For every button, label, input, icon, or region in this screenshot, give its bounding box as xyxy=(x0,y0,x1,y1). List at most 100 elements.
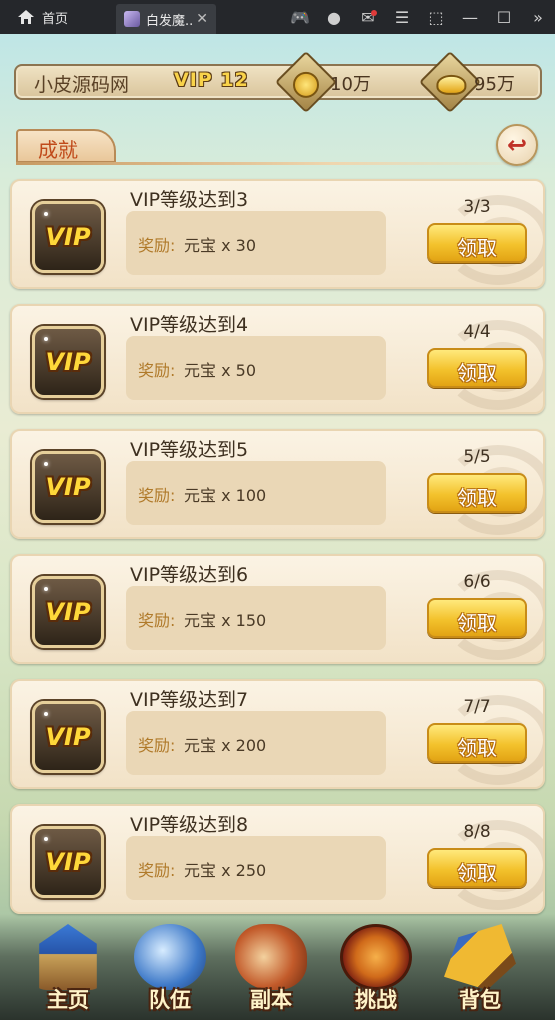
achievements-tab[interactable]: 成就 xyxy=(16,129,116,163)
game-app-icon xyxy=(124,11,141,27)
ingot-amount: 95万 xyxy=(474,74,515,95)
back-arrow-icon: ↩ xyxy=(507,131,528,159)
achievement-title: VIP等级达到3 xyxy=(130,189,249,211)
bag-sword-icon xyxy=(444,924,516,990)
achievements-tab-label: 成就 xyxy=(38,138,78,162)
coin-amount: 10万 xyxy=(330,74,371,95)
reward-label: 奖励: xyxy=(138,236,176,255)
user-icon[interactable]: ● xyxy=(317,8,351,27)
vip-badge-text: VIP xyxy=(45,473,91,501)
game-screen: 小皮源码网 VIP 12 10万 95万 成就 ↩ VIP VIP等级达到3 奖… xyxy=(0,34,555,1020)
player-info-bar: 小皮源码网 VIP 12 10万 95万 xyxy=(14,50,542,114)
vip-badge-icon: VIP xyxy=(32,201,104,273)
achievement-card: VIP VIP等级达到3 奖励: 元宝 x 30 3/3 领取 xyxy=(10,179,545,289)
claim-button[interactable]: 领取 xyxy=(427,473,527,513)
drum-icon xyxy=(340,924,412,990)
ingot-icon xyxy=(418,50,482,114)
bottom-nav: 主页 队伍 副本 挑战 背包 xyxy=(0,914,555,1020)
reward-value: 元宝 x 150 xyxy=(184,611,267,630)
achievement-card: VIP VIP等级达到6 奖励: 元宝 x 150 6/6 领取 xyxy=(10,554,545,664)
close-tab-icon[interactable]: ✕ xyxy=(196,11,208,27)
nav-bag-button[interactable]: 背包 xyxy=(434,920,526,1016)
achievement-card: VIP VIP等级达到5 奖励: 元宝 x 100 5/5 领取 xyxy=(10,429,545,539)
player-name: 小皮源码网 xyxy=(34,74,130,96)
achievement-progress: 8/8 xyxy=(463,822,491,842)
achievement-progress: 7/7 xyxy=(463,697,491,717)
reward-label: 奖励: xyxy=(138,736,176,755)
achievement-progress: 5/5 xyxy=(463,447,491,467)
section-divider xyxy=(16,162,544,165)
nav-dungeon-button[interactable]: 副本 xyxy=(225,920,317,1016)
vip-badge-text: VIP xyxy=(45,223,91,251)
coin-icon xyxy=(274,50,338,114)
vip-badge-text: VIP xyxy=(45,348,91,376)
reward-label: 奖励: xyxy=(138,361,176,380)
team-banner-icon xyxy=(134,924,206,990)
reward-box: 奖励: 元宝 x 100 xyxy=(126,461,386,525)
achievement-progress: 3/3 xyxy=(463,197,491,217)
claim-button[interactable]: 领取 xyxy=(427,723,527,763)
collapse-icon[interactable]: » xyxy=(521,8,555,27)
claim-button-label: 领取 xyxy=(457,861,497,885)
achievement-title: VIP等级达到4 xyxy=(130,314,249,336)
reward-box: 奖励: 元宝 x 50 xyxy=(126,336,386,400)
vip-badge-text: VIP xyxy=(45,723,91,751)
reward-box: 奖励: 元宝 x 250 xyxy=(126,836,386,900)
nav-team-label: 队伍 xyxy=(149,988,191,1012)
dungeon-gourd-icon xyxy=(235,924,307,990)
nav-team-button[interactable]: 队伍 xyxy=(124,920,216,1016)
nav-bag-label: 背包 xyxy=(459,988,501,1012)
claim-button[interactable]: 领取 xyxy=(427,223,527,263)
nav-home-label: 主页 xyxy=(47,988,89,1012)
maximize-icon[interactable]: ☐ xyxy=(487,8,521,27)
reward-box: 奖励: 元宝 x 30 xyxy=(126,211,386,275)
vip-badge-icon: VIP xyxy=(32,576,104,648)
home-tab-label: 首页 xyxy=(42,11,69,27)
achievement-progress: 4/4 xyxy=(463,322,491,342)
reward-value: 元宝 x 250 xyxy=(184,861,267,880)
vip-badge-text: VIP xyxy=(45,598,91,626)
nav-dungeon-label: 副本 xyxy=(250,988,292,1012)
vip-level: VIP 12 xyxy=(174,69,249,91)
claim-button-label: 领取 xyxy=(457,736,497,760)
reward-value: 元宝 x 100 xyxy=(184,486,267,505)
achievement-card: VIP VIP等级达到8 奖励: 元宝 x 250 8/8 领取 xyxy=(10,804,545,914)
nav-challenge-label: 挑战 xyxy=(355,988,397,1012)
achievement-title: VIP等级达到7 xyxy=(130,689,249,711)
claim-button[interactable]: 领取 xyxy=(427,598,527,638)
claim-button[interactable]: 领取 xyxy=(427,848,527,888)
reward-box: 奖励: 元宝 x 200 xyxy=(126,711,386,775)
reward-value: 元宝 x 30 xyxy=(184,236,257,255)
emulator-titlebar: 首页 白发魔... ✕ 🎮 ● ✉ ☰ ⬚ — ☐ » xyxy=(0,0,555,34)
nav-challenge-button[interactable]: 挑战 xyxy=(330,920,422,1016)
reward-value: 元宝 x 50 xyxy=(184,361,257,380)
vip-badge-icon: VIP xyxy=(32,451,104,523)
achievement-card: VIP VIP等级达到7 奖励: 元宝 x 200 7/7 领取 xyxy=(10,679,545,789)
minimize-icon[interactable]: — xyxy=(453,8,487,27)
window-controls: 🎮 ● ✉ ☰ ⬚ — ☐ » xyxy=(283,0,555,34)
nav-home-button[interactable]: 主页 xyxy=(22,920,114,1016)
game-tab-label: 白发魔... xyxy=(146,13,193,29)
menu-icon[interactable]: ☰ xyxy=(385,8,419,27)
pin-icon[interactable]: ⬚ xyxy=(419,8,453,27)
claim-button-label: 领取 xyxy=(457,236,497,260)
palace-icon xyxy=(39,924,97,990)
claim-button[interactable]: 领取 xyxy=(427,348,527,388)
reward-box: 奖励: 元宝 x 150 xyxy=(126,586,386,650)
reward-value: 元宝 x 200 xyxy=(184,736,267,755)
gamepad-icon[interactable]: 🎮 xyxy=(283,8,317,27)
reward-label: 奖励: xyxy=(138,611,176,630)
reward-label: 奖励: xyxy=(138,861,176,880)
back-button[interactable]: ↩ xyxy=(496,124,538,166)
home-icon xyxy=(18,10,34,24)
vip-badge-icon: VIP xyxy=(32,701,104,773)
achievement-card: VIP VIP等级达到4 奖励: 元宝 x 50 4/4 领取 xyxy=(10,304,545,414)
game-tab[interactable]: 白发魔... ✕ xyxy=(116,4,217,34)
claim-button-label: 领取 xyxy=(457,361,497,385)
achievement-title: VIP等级达到8 xyxy=(130,814,249,836)
home-tab[interactable]: 首页 xyxy=(0,0,80,34)
vip-badge-text: VIP xyxy=(45,848,91,876)
achievement-title: VIP等级达到6 xyxy=(130,564,249,586)
mail-icon[interactable]: ✉ xyxy=(351,8,385,27)
claim-button-label: 领取 xyxy=(457,486,497,510)
